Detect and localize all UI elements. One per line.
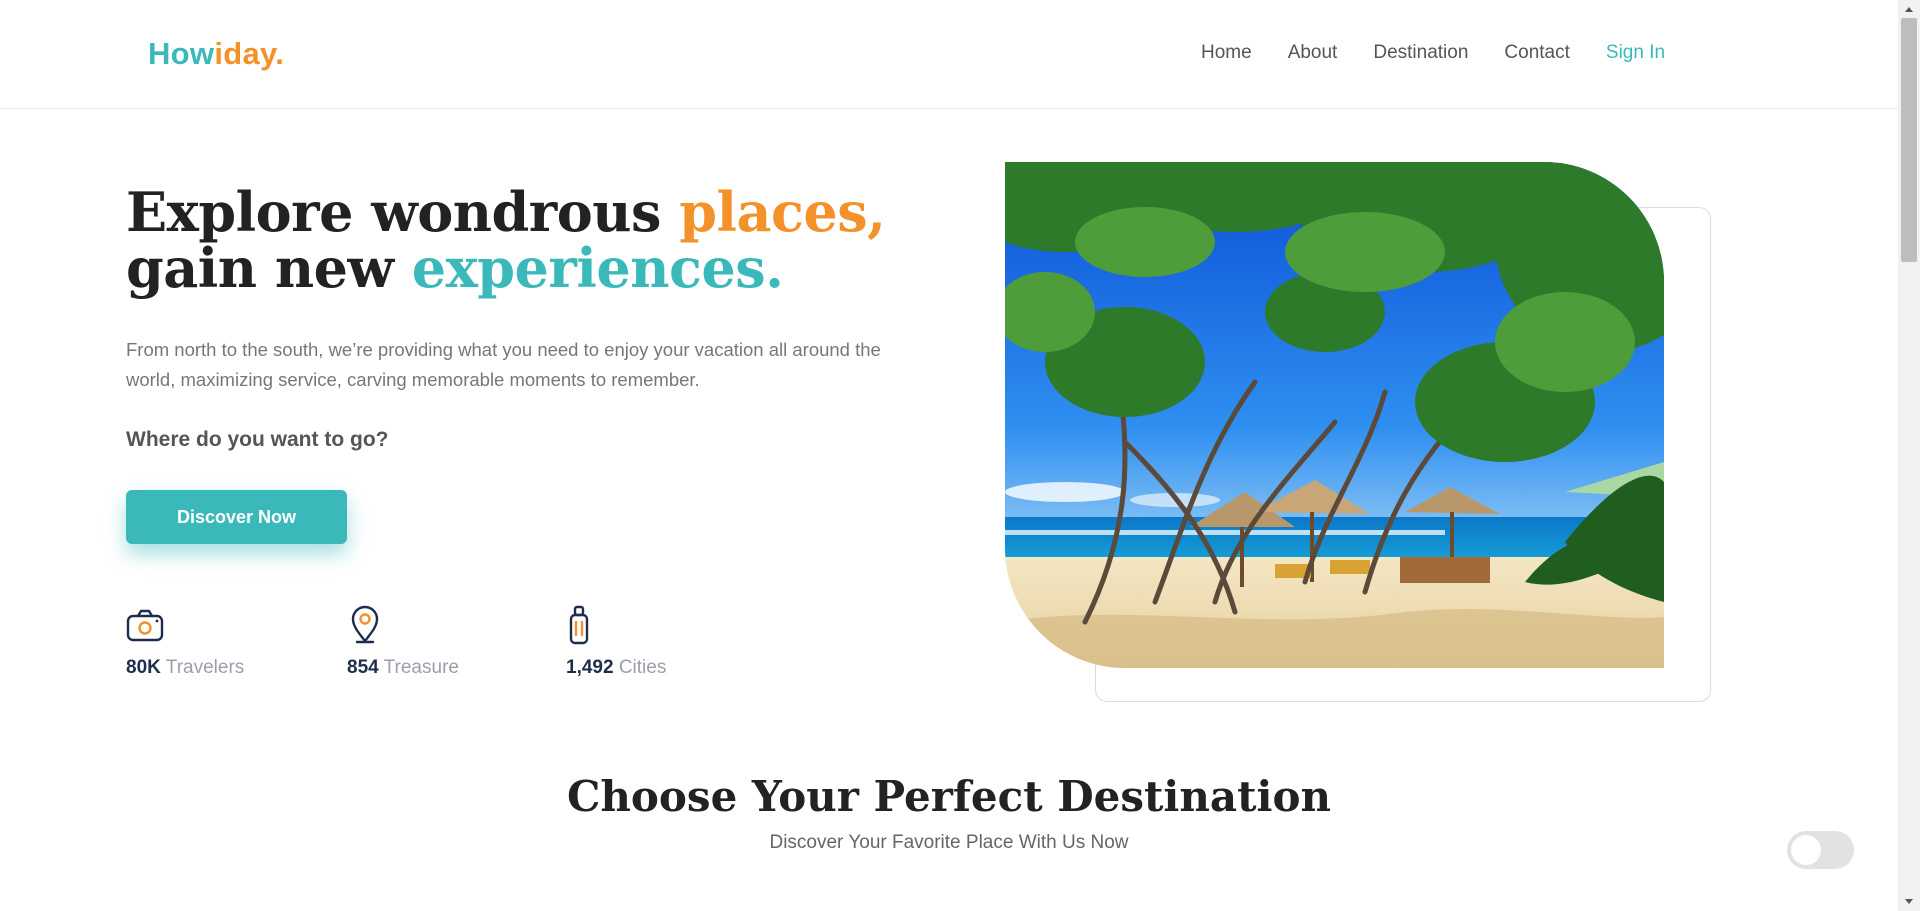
camera-icon xyxy=(126,609,164,642)
site-header: Howiday. Home About Destination Contact … xyxy=(0,0,1898,109)
page-scrollbar[interactable] xyxy=(1898,0,1920,911)
discover-now-button[interactable]: Discover Now xyxy=(126,490,347,544)
stat-label: Travelers xyxy=(165,657,245,678)
hero-title-highlight-places: places, xyxy=(679,180,886,244)
sign-in-link[interactable]: Sign In xyxy=(1606,42,1665,64)
nav-home-link[interactable]: Home xyxy=(1201,42,1252,64)
nav-destination-link[interactable]: Destination xyxy=(1373,42,1468,64)
stat-value: 854 xyxy=(347,657,379,678)
stat-label: Treasure xyxy=(383,657,459,678)
scrollbar-thumb[interactable] xyxy=(1901,18,1917,262)
stat-value: 1,492 xyxy=(566,657,614,678)
scroll-up-icon[interactable] xyxy=(1898,0,1920,18)
logo-text-part1: How xyxy=(148,36,215,71)
hero-description: From north to the south, we’re providing… xyxy=(126,339,881,390)
nav-contact-link[interactable]: Contact xyxy=(1504,42,1569,64)
hero-title-part1: Explore wondrous xyxy=(126,180,680,244)
hero-question: Where do you want to go? xyxy=(126,428,389,451)
stat-treasure: 854 Treasure xyxy=(347,605,459,679)
map-pin-icon xyxy=(351,605,379,644)
stat-travelers: 80K Travelers xyxy=(126,605,244,679)
logo-text-part2: iday. xyxy=(214,36,285,71)
section-title: Choose Your Perfect Destination xyxy=(566,772,1332,821)
luggage-icon xyxy=(569,605,589,645)
theme-toggle[interactable] xyxy=(1787,831,1854,869)
main-nav: Home About Destination Contact Sign In xyxy=(1201,42,1665,64)
toggle-knob xyxy=(1791,835,1821,865)
stat-label: Cities xyxy=(618,657,667,678)
stat-cities: 1,492 Cities xyxy=(566,605,666,679)
hero-title-part2: gain new xyxy=(126,236,412,300)
section-subtitle: Discover Your Favorite Place With Us Now xyxy=(769,832,1129,853)
nav-about-link[interactable]: About xyxy=(1288,42,1338,64)
hero-title-highlight-experiences: experiences. xyxy=(411,236,784,300)
hero-title: Explore wondrous places, gain new experi… xyxy=(126,184,946,296)
stat-value: 80K xyxy=(126,657,161,678)
logo[interactable]: Howiday. xyxy=(148,36,284,72)
scroll-down-icon[interactable] xyxy=(1898,893,1920,911)
hero-beach-image xyxy=(1005,162,1664,668)
